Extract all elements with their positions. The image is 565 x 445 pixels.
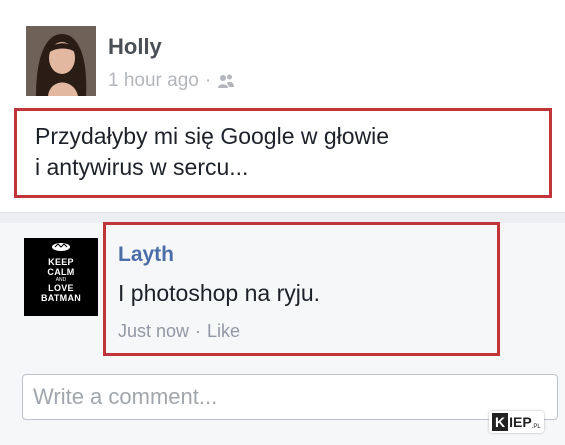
comment-meta: Just now · Like xyxy=(118,321,240,342)
meta-separator: · xyxy=(204,70,212,91)
post-body-text: Przydałyby mi się Google w głowie i anty… xyxy=(35,123,390,180)
crown-icon xyxy=(52,243,70,251)
post-header-section: Holly 1 hour ago · Przydałyby mi się Goo… xyxy=(0,0,565,212)
post-author-name[interactable]: Holly xyxy=(108,34,162,60)
comment-timestamp[interactable]: Just now xyxy=(118,321,189,342)
write-comment-box[interactable] xyxy=(22,374,558,420)
comment-meta-separator: · xyxy=(195,321,202,341)
avatar-text-calm: CALM xyxy=(47,267,75,277)
comment-body-text: I photoshop na ryju. xyxy=(118,280,321,306)
commenter-avatar[interactable]: KEEP CALM AND LOVE BATMAN xyxy=(24,238,98,316)
author-avatar[interactable] xyxy=(26,26,96,96)
friends-icon[interactable] xyxy=(217,73,235,89)
avatar-text-batman: BATMAN xyxy=(40,293,82,303)
kiep-watermark-logo: K IEP .PL xyxy=(489,411,544,433)
commenter-name[interactable]: Layth xyxy=(118,243,174,267)
comment-highlight: Layth I photoshop na ryju. Just now · Li… xyxy=(103,222,500,356)
profile-photo-icon xyxy=(26,26,96,96)
post-timestamp[interactable]: 1 hour ago xyxy=(108,70,199,92)
avatar-text-keep: KEEP xyxy=(48,257,74,267)
like-link[interactable]: Like xyxy=(207,321,240,342)
post-meta: 1 hour ago · xyxy=(108,70,235,92)
write-comment-input[interactable] xyxy=(23,375,557,419)
avatar-text-love: LOVE xyxy=(48,283,74,293)
facebook-post-card: Holly 1 hour ago · Przydałyby mi się Goo… xyxy=(0,0,565,445)
post-text-highlight: Przydałyby mi się Google w głowie i anty… xyxy=(14,108,552,198)
